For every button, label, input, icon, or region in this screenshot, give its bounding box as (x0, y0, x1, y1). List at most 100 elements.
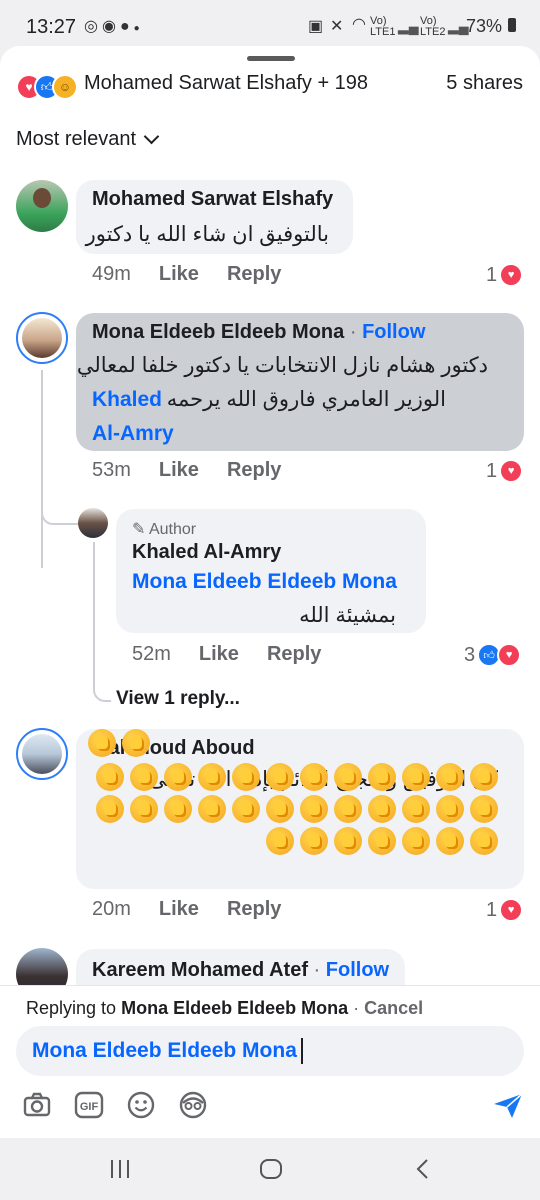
clap-emoji (334, 795, 362, 823)
clap-emoji-group (88, 729, 498, 869)
reaction-count[interactable]: 1 ♥ (486, 459, 524, 483)
gif-icon[interactable]: GIF (74, 1090, 104, 1120)
reply-button[interactable]: Reply (227, 898, 281, 920)
sort-label: Most relevant (16, 128, 137, 150)
clap-emoji (334, 827, 362, 855)
mention-part2: Al-Amry (92, 422, 174, 445)
author-badge: ✎ Author (132, 519, 196, 539)
clap-emoji (368, 763, 396, 791)
follow-button[interactable]: Follow (326, 959, 389, 981)
clap-emoji (88, 729, 116, 757)
love-icon: ♥ (499, 459, 524, 483)
sort-dropdown[interactable]: Most relevant (16, 128, 160, 151)
cancel-reply-button[interactable]: Cancel (364, 998, 423, 1018)
comment-time: 53m (92, 459, 131, 481)
reaction-count-value: 3 (464, 643, 476, 666)
avatar[interactable] (16, 312, 68, 364)
comment-author[interactable]: Khaled Al-Amry (132, 541, 281, 564)
clap-emoji (470, 795, 498, 823)
system-nav-bar (0, 1138, 540, 1200)
separator-dot: · (349, 321, 357, 343)
reply-button[interactable]: Reply (267, 643, 321, 665)
battery-icon (508, 18, 516, 32)
avatar[interactable] (16, 728, 68, 780)
notification-icons: ◎◉●● (84, 16, 144, 36)
replying-name: Mona Eldeeb Eldeeb Mona (121, 998, 349, 1018)
comment-text: بالتوفيق ان شاء الله يا دكتور (85, 223, 329, 246)
mention-link[interactable]: Khaled Al-Amry (92, 383, 174, 451)
clap-emoji (266, 795, 294, 823)
clap-emoji (334, 763, 362, 791)
reply-button[interactable]: Reply (227, 263, 281, 285)
comment-actions: 49m Like Reply (92, 263, 309, 286)
reply-composer: Replying to Mona Eldeeb Eldeeb Mona · Ca… (0, 985, 540, 1138)
alarm-icon: ▣ (308, 18, 324, 35)
reaction-summary-icons[interactable]: ♥ 👍︎ ☺ (16, 74, 80, 100)
clap-emoji (198, 795, 226, 823)
status-right: ▣ ✕ ◠ Vo) LTE1 ▂▄ Vo) LTE2 ▂▄ 73% (308, 14, 518, 40)
avatar[interactable] (16, 180, 68, 232)
clap-emoji (300, 827, 328, 855)
author-badge-label: Author (148, 521, 197, 538)
clap-emoji (96, 795, 124, 823)
like-button[interactable]: Like (159, 898, 199, 920)
view-replies-link[interactable]: View 1 reply... (116, 688, 240, 710)
like-button[interactable]: Like (159, 263, 199, 285)
clap-emoji (436, 763, 464, 791)
comment-time: 52m (132, 643, 171, 665)
sim1-label: Vo) LTE1 (370, 15, 396, 38)
comment-author[interactable]: Mohamed Sarwat Elshafy (92, 188, 333, 211)
recent-apps-icon[interactable] (108, 1158, 132, 1180)
separator-dot: · (313, 959, 321, 981)
reply-bubble[interactable]: ✎ Author Khaled Al-Amry Mona Eldeeb Elde… (116, 509, 426, 633)
clap-emoji (402, 827, 430, 855)
text-cursor (300, 1038, 303, 1064)
reaction-count[interactable]: 1 ♥ (486, 898, 524, 922)
chat-icon: ● (119, 18, 134, 35)
love-icon: ♥ (497, 643, 522, 667)
app-icon: ◉ (101, 18, 120, 35)
clap-emoji (402, 795, 430, 823)
shares-count[interactable]: 5 shares (446, 72, 523, 95)
back-icon[interactable] (412, 1158, 436, 1180)
reaction-names[interactable]: Mohamed Sarwat Elshafy + 198 (84, 72, 368, 95)
like-button[interactable]: Like (199, 643, 239, 665)
clap-emoji (470, 827, 498, 855)
clap-emoji (368, 827, 396, 855)
comment-input[interactable]: Mona Eldeeb Eldeeb Mona (16, 1026, 524, 1076)
battery-level: 73% (466, 16, 503, 36)
clap-emoji (436, 795, 464, 823)
mute-icon: ✕ (330, 18, 344, 35)
comment-author[interactable]: Mona Eldeeb Eldeeb Mona (92, 321, 344, 343)
thread-line (41, 370, 43, 568)
chevron-down-icon (143, 128, 160, 145)
comment-bubble[interactable]: Mahmoud Aboud كل التوفيق والنجاح الدائم … (76, 729, 524, 889)
home-icon[interactable] (259, 1158, 283, 1180)
whatsapp-icon: ◎ (84, 18, 102, 35)
mention-link[interactable]: Mona Eldeeb Eldeeb Mona (132, 565, 397, 599)
reply-button[interactable]: Reply (227, 459, 281, 481)
clap-emoji (130, 795, 158, 823)
comment-bubble-highlighted[interactable]: Mona Eldeeb Eldeeb Mona · Follow دكتور ه… (76, 313, 524, 451)
clap-emoji (402, 763, 430, 791)
status-bar: 13:27 ◎◉●● ▣ ✕ ◠ Vo) LTE1 ▂▄ Vo) LTE2 ▂▄… (0, 0, 540, 52)
clap-emoji (300, 795, 328, 823)
comment-bubble[interactable]: Mohamed Sarwat Elshafy بالتوفيق ان شاء ا… (76, 180, 353, 254)
reaction-count-value: 1 (486, 459, 498, 482)
replying-to-bar: Replying to Mona Eldeeb Eldeeb Mona · Ca… (26, 998, 423, 1019)
drag-handle[interactable] (247, 56, 295, 61)
reaction-count[interactable]: 1 ♥ (486, 263, 524, 287)
like-button[interactable]: Like (159, 459, 199, 481)
reaction-count[interactable]: 3 👍︎ ♥ (464, 643, 522, 667)
sim2-label: Vo) LTE2 (420, 15, 446, 38)
avatar-sticker-icon[interactable] (178, 1090, 208, 1120)
follow-button[interactable]: Follow (362, 321, 425, 343)
comment-author[interactable]: Kareem Mohamed Atef (92, 959, 308, 981)
send-icon[interactable] (492, 1092, 524, 1120)
camera-icon[interactable] (22, 1090, 52, 1120)
comment-header: Kareem Mohamed Atef · Follow (92, 959, 389, 982)
comment-actions: 20m Like Reply (92, 898, 309, 921)
clap-emoji (266, 763, 294, 791)
emoji-icon[interactable] (126, 1090, 156, 1120)
avatar[interactable] (78, 508, 108, 538)
